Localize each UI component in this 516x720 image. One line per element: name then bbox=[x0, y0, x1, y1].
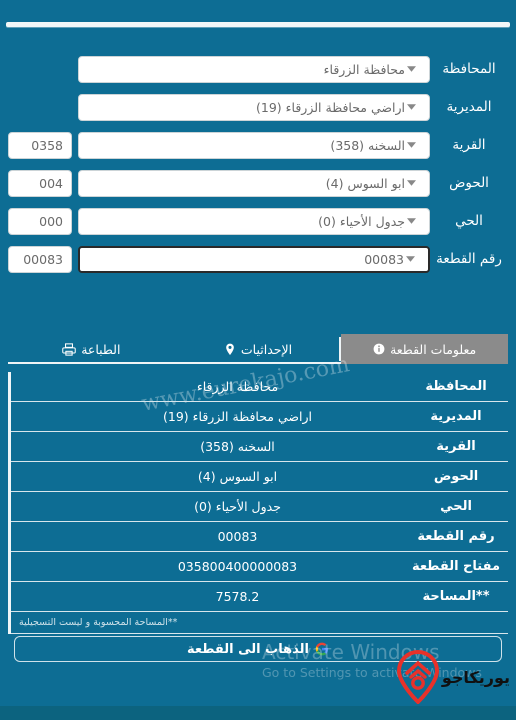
tab-bar: معلومات القطعة الإحداثيات الطباعة bbox=[8, 334, 508, 364]
parcel-search-form: المحافظة محافظة الزرقاء المديرية اراضي محاف… bbox=[0, 50, 516, 278]
code-input-basin[interactable]: 004 bbox=[8, 169, 72, 197]
table-row-value: 00083 bbox=[217, 529, 258, 544]
table-row: رقم القطعة 00083 bbox=[11, 522, 508, 552]
tab-parcel-info[interactable]: معلومات القطعة bbox=[341, 334, 508, 364]
select-parcel-number[interactable]: 00083 bbox=[78, 245, 430, 273]
table-row-value: اراضي محافظة الزرقاء (19) bbox=[163, 409, 312, 424]
chevron-down-icon bbox=[405, 66, 417, 72]
top-divider-line bbox=[6, 22, 510, 27]
select-village[interactable]: السخنه (358) bbox=[78, 131, 430, 159]
table-row-key: الحوض bbox=[433, 469, 479, 484]
select-basin[interactable]: ابو السوس (4) bbox=[78, 169, 430, 197]
chevron-down-icon bbox=[404, 256, 416, 262]
label-parcel-number: رقم القطعة bbox=[436, 251, 502, 267]
label-directorate: المديرية bbox=[446, 99, 492, 115]
code-input-neighborhood[interactable]: 000 bbox=[8, 207, 72, 235]
table-row-value: محافظة الزرقاء bbox=[196, 379, 279, 394]
go-to-parcel-label: الذهاب الى القطعة bbox=[187, 641, 309, 657]
select-value-directorate: اراضي محافظة الزرقاء (19) bbox=[256, 99, 405, 115]
location-pin-icon bbox=[224, 343, 236, 356]
table-row: المديرية اراضي محافظة الزرقاء (19) bbox=[11, 402, 508, 432]
select-governorate[interactable]: محافظة الزرقاء bbox=[78, 55, 430, 83]
area-footnote: **المساحة المحسوبة و ليست التسجيلية bbox=[19, 617, 178, 628]
select-value-neighborhood: جدول الأحياء (0) bbox=[318, 213, 405, 229]
form-row-parcel-number: رقم القطعة 00083 00083 bbox=[8, 240, 508, 278]
google-icon bbox=[315, 642, 329, 656]
form-row-village: القرية السخنه (358) 0358 bbox=[8, 126, 508, 164]
table-row-value: 035800400000083 bbox=[177, 559, 298, 574]
table-row-key: المحافظة bbox=[425, 379, 487, 394]
table-row: المحافظة محافظة الزرقاء bbox=[11, 372, 508, 402]
table-row-value: 7578.2 bbox=[215, 589, 260, 604]
area-footnote-row: **المساحة المحسوبة و ليست التسجيلية bbox=[11, 612, 508, 634]
bottom-bar bbox=[0, 706, 516, 720]
info-icon bbox=[373, 343, 385, 355]
table-row: مفتاح القطعة 035800400000083 bbox=[11, 552, 508, 582]
table-row: الحوض ابو السوس (4) bbox=[11, 462, 508, 492]
table-row: الحي جدول الأحياء (0) bbox=[11, 492, 508, 522]
chevron-down-icon bbox=[405, 104, 417, 110]
select-directorate[interactable]: اراضي محافظة الزرقاء (19) bbox=[78, 93, 430, 121]
table-row: القرية السخنه (358) bbox=[11, 432, 508, 462]
top-divider bbox=[6, 22, 510, 30]
chevron-down-icon bbox=[405, 180, 417, 186]
select-value-parcel-number: 00083 bbox=[364, 251, 404, 267]
form-row-directorate: المديرية اراضي محافظة الزرقاء (19) bbox=[8, 88, 508, 126]
form-row-neighborhood: الحي جدول الأحياء (0) 000 bbox=[8, 202, 508, 240]
table-row-value: جدول الأحياء (0) bbox=[194, 499, 281, 514]
label-governorate: المحافظة bbox=[442, 61, 496, 77]
eurekajo-pin-icon bbox=[396, 650, 440, 704]
parcel-info-table: المحافظة محافظة الزرقاء المديرية اراضي محاف… bbox=[8, 372, 508, 634]
table-row-value: السخنه (358) bbox=[200, 439, 275, 454]
table-row-key: **المساحة bbox=[422, 589, 490, 604]
select-value-basin: ابو السوس (4) bbox=[325, 175, 405, 191]
table-row-key: المديرية bbox=[430, 409, 482, 424]
chevron-down-icon bbox=[405, 218, 417, 224]
table-row-key: الحي bbox=[440, 499, 472, 514]
label-neighborhood: الحي bbox=[455, 213, 483, 229]
code-input-village[interactable]: 0358 bbox=[8, 131, 72, 159]
code-input-parcel-number[interactable]: 00083 bbox=[8, 245, 72, 273]
table-row: **المساحة 7578.2 bbox=[11, 582, 508, 612]
brand-logo: يوريكاجو bbox=[396, 650, 510, 704]
tab-print[interactable]: الطباعة bbox=[8, 334, 175, 364]
label-village: القرية bbox=[452, 137, 486, 153]
form-row-basin: الحوض ابو السوس (4) 004 bbox=[8, 164, 508, 202]
tab-print-label: الطباعة bbox=[81, 341, 121, 357]
chevron-down-icon bbox=[405, 142, 417, 148]
select-neighborhood[interactable]: جدول الأحياء (0) bbox=[78, 207, 430, 235]
table-row-value: ابو السوس (4) bbox=[197, 469, 278, 484]
tab-coordinates[interactable]: الإحداثيات bbox=[175, 334, 342, 364]
select-value-governorate: محافظة الزرقاء bbox=[323, 61, 405, 77]
tab-coordinates-label: الإحداثيات bbox=[240, 341, 293, 357]
table-row-key: مفتاح القطعة bbox=[411, 559, 501, 574]
table-row-key: القرية bbox=[436, 439, 476, 454]
printer-icon bbox=[62, 342, 76, 356]
label-basin: الحوض bbox=[449, 175, 489, 191]
table-row-key: رقم القطعة bbox=[417, 529, 495, 544]
select-value-village: السخنه (358) bbox=[330, 137, 405, 153]
tab-parcel-info-label: معلومات القطعة bbox=[390, 341, 477, 357]
form-row-governorate: المحافظة محافظة الزرقاء bbox=[8, 50, 508, 88]
brand-name: يوريكاجو bbox=[441, 667, 510, 687]
